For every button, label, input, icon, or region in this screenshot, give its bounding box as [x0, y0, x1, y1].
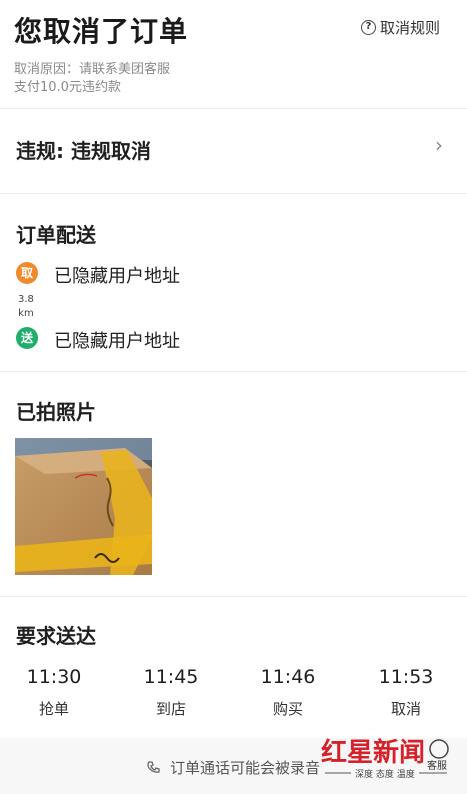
timeline-item: 11:45 到店: [121, 666, 221, 719]
violation-label: 违规: 违规取消: [16, 139, 151, 163]
distance-unit: km: [18, 308, 34, 319]
recording-notice-text: 订单通话可能会被录音: [170, 759, 321, 777]
cancel-rules-label: 取消规则: [379, 19, 440, 37]
cancel-reason: 取消原因：请联系美团客服: [14, 62, 171, 77]
photos-heading: 已拍照片: [16, 400, 96, 424]
phone-icon: [147, 760, 160, 773]
delivery-heading: 订单配送: [16, 223, 96, 247]
distance: 3.8 km: [18, 293, 34, 321]
watermark-brand: 红星新闻: [321, 737, 425, 768]
chevron-right-icon: ›: [435, 133, 443, 157]
penalty-text: 支付10.0元违约款: [14, 80, 121, 95]
timeline-item: 11:53 取消: [356, 666, 456, 719]
headset-icon: [429, 739, 449, 759]
timeline-item: 11:46 购买: [238, 666, 338, 719]
distance-value: 3.8: [18, 294, 34, 305]
timeline-item: 11:30 抢单: [4, 666, 104, 719]
timeline-label: 到店: [155, 700, 186, 718]
package-photo-image: [15, 438, 152, 575]
divider: [0, 193, 467, 194]
drop-badge: 送: [16, 327, 38, 349]
watermark-service: 客服: [427, 759, 447, 772]
timeline-time: 11:46: [260, 666, 316, 688]
watermark-tagline: 深度 态度 温度: [355, 768, 415, 780]
deadline-heading: 要求送达: [16, 624, 96, 648]
watermark-logo: 红星新闻 深度 态度 温度 客服: [319, 733, 459, 789]
recording-notice: 订单通话可能会被录音: [146, 757, 320, 778]
drop-address: 已隐藏用户地址: [54, 331, 180, 352]
timeline-label: 购买: [272, 700, 303, 718]
timeline-label: 取消: [390, 700, 421, 718]
divider: [0, 596, 467, 597]
cancel-rules-link[interactable]: ? 取消规则: [360, 17, 440, 38]
timeline-time: 11:30: [26, 666, 82, 688]
timeline-label: 抢单: [38, 700, 69, 718]
pickup-badge: 取: [16, 262, 38, 284]
page-title: 您取消了订单: [14, 15, 189, 48]
cancel-header: 您取消了订单 ? 取消规则 取消原因：请联系美团客服 支付10.0元违约款: [0, 0, 467, 108]
timeline-time: 11:53: [378, 666, 434, 688]
divider: [0, 371, 467, 372]
question-icon: ?: [360, 20, 376, 35]
pickup-address: 已隐藏用户地址: [54, 266, 180, 287]
timeline-time: 11:45: [143, 666, 199, 688]
order-photo[interactable]: [15, 438, 152, 575]
